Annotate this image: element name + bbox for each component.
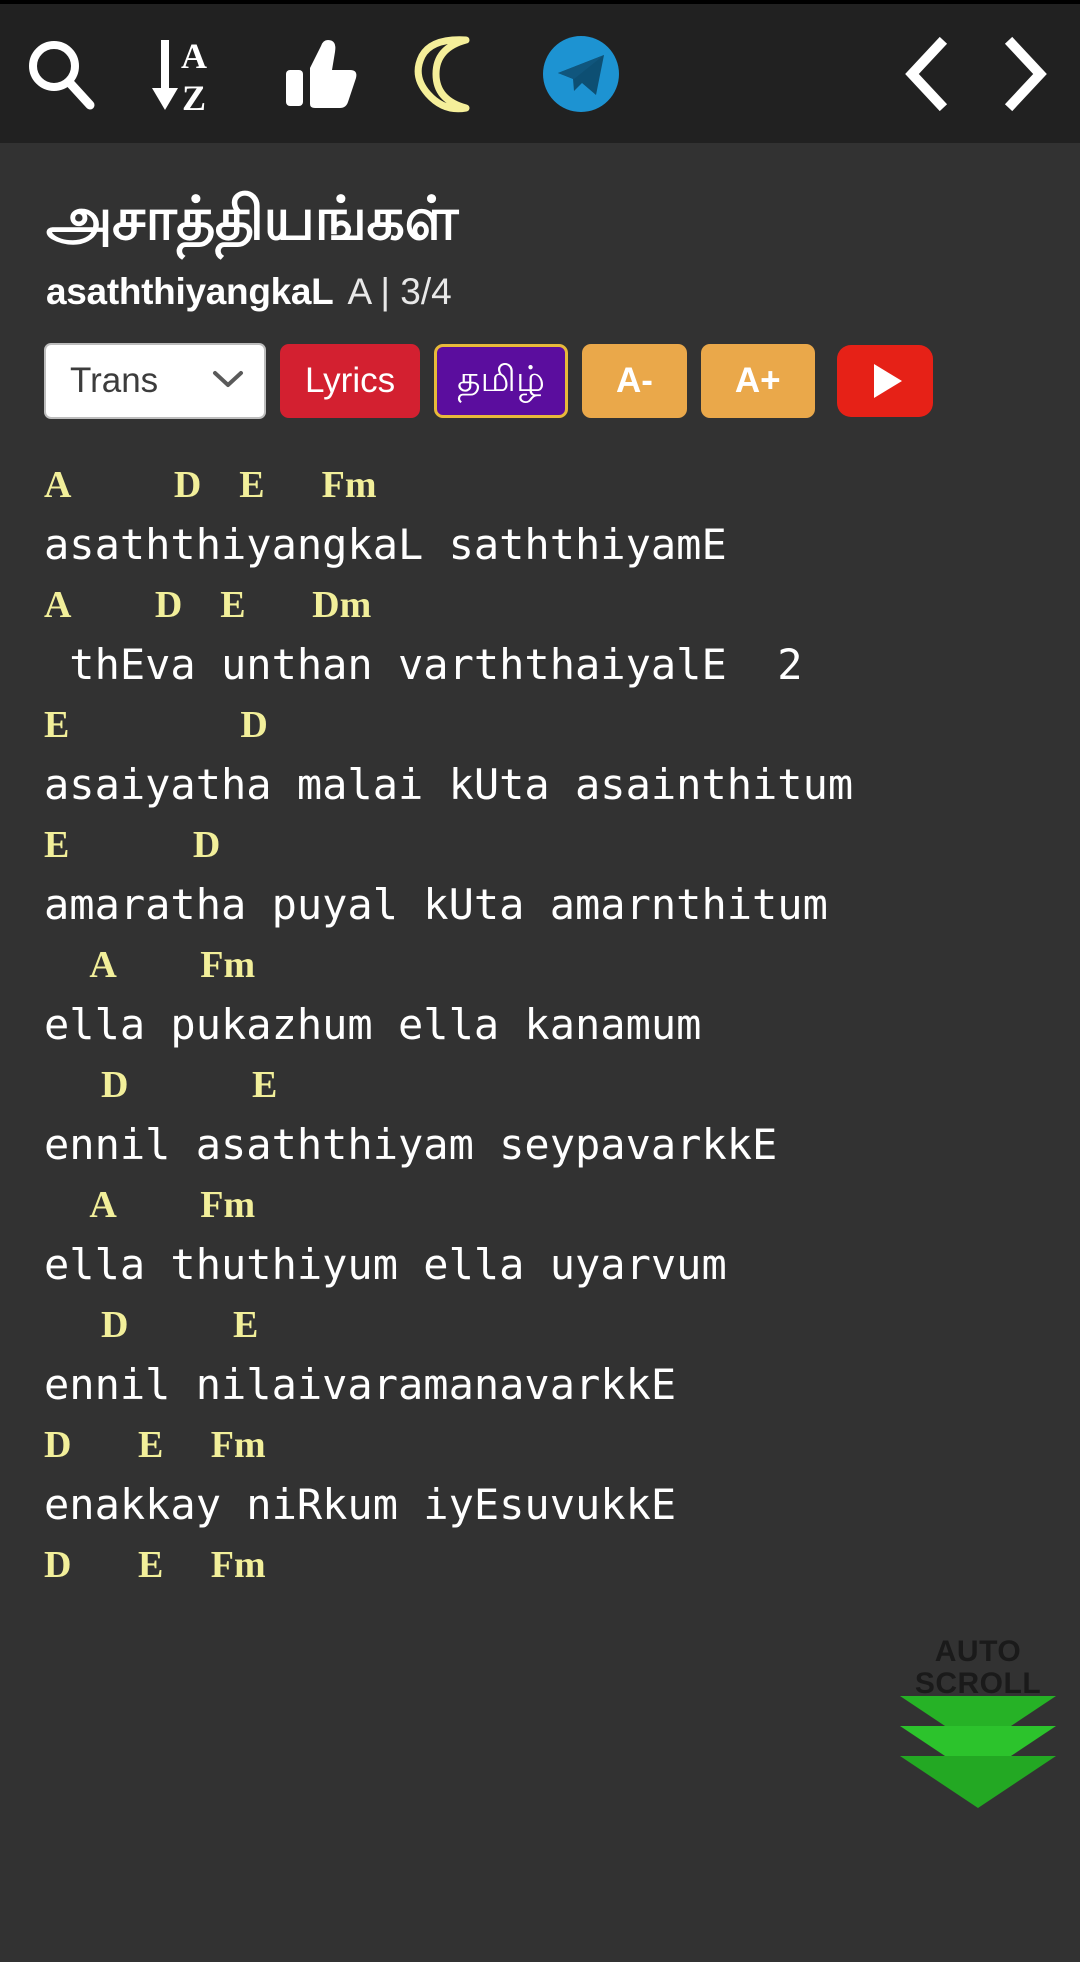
chord-line: A D E Fm: [44, 464, 377, 506]
lyric-line: enakkay niRkum iyEsuvukkE: [44, 1480, 677, 1529]
font-increase-label: A+: [734, 361, 781, 400]
lyric-line: amaratha puyal kUta amarnthitum: [44, 880, 828, 929]
song-key-time: A | 3/4: [347, 271, 452, 312]
lyrics-button-label: Lyrics: [305, 361, 396, 400]
toolbar-icon-group: A Z: [0, 32, 622, 116]
chord-line: A D E Dm: [44, 584, 372, 626]
auto-scroll-chevrons: [900, 1696, 1056, 1808]
svg-text:Z: Z: [182, 78, 206, 116]
chord-sheet: A D E Fm asaththiyangkaL saththiyamE A D E…: [0, 459, 1080, 1591]
tamil-button-label: தமிழ்: [457, 357, 545, 399]
chord-line: E D: [44, 824, 221, 866]
song-subtitle: asaththiyangkaL A | 3/4: [46, 271, 1080, 313]
chord-line: D E: [44, 1064, 278, 1106]
auto-scroll-button[interactable]: AUTO SCROLL: [900, 1635, 1056, 1808]
chord-line: E D: [44, 704, 268, 746]
font-decrease-label: A-: [615, 361, 653, 400]
lyric-line: ennil asaththiyam seypavarkkE: [44, 1120, 778, 1169]
thumbs-up-icon[interactable]: [280, 34, 360, 114]
font-decrease-button[interactable]: A-: [581, 344, 687, 418]
chevron-right-icon[interactable]: [998, 36, 1052, 112]
transpose-select-label: Trans: [70, 361, 159, 400]
lyric-line: asaththiyangkaL saththiyamE: [44, 520, 727, 569]
font-increase-button[interactable]: A+: [700, 344, 815, 418]
chevron-down-green-icon-3: [900, 1756, 1056, 1808]
youtube-play-button[interactable]: [836, 345, 933, 417]
telegram-icon[interactable]: [540, 33, 622, 115]
tamil-language-button[interactable]: தமிழ்: [434, 344, 568, 418]
page-title: அசாத்தியங்கள்: [46, 185, 459, 252]
search-icon[interactable]: [22, 35, 100, 113]
lyric-line: ella pukazhum ella kanamum: [44, 1000, 702, 1049]
lyric-line: thEva unthan varththaiyalE 2: [44, 640, 803, 689]
song-transliteration: asaththiyangkaL: [46, 271, 334, 312]
sort-alpha-icon[interactable]: A Z: [148, 32, 232, 116]
transpose-select[interactable]: Trans: [44, 343, 266, 419]
chord-line: D E Fm: [44, 1544, 266, 1586]
moon-icon[interactable]: [408, 32, 492, 116]
top-toolbar: A Z: [0, 0, 1080, 143]
lyric-line: ennil nilaivaramanavarkkE: [44, 1360, 677, 1409]
lyric-line: asaiyatha malai kUta asainthitum: [44, 760, 854, 809]
auto-scroll-label-line1: AUTO: [934, 1635, 1022, 1668]
control-button-row: Trans Lyrics தமிழ் A- A+: [0, 343, 1080, 419]
chord-line: A Fm: [44, 944, 256, 986]
svg-text:A: A: [181, 36, 207, 76]
chord-line: D E: [44, 1304, 259, 1346]
lyric-line: ella thuthiyum ella uyarvum: [44, 1240, 727, 1289]
toolbar-nav-group: [900, 4, 1052, 143]
play-triangle-icon: [873, 364, 902, 398]
lyrics-button[interactable]: Lyrics: [280, 344, 421, 418]
song-header: அசாத்தியங்கள் asaththiyangkaL A | 3/4: [0, 143, 1080, 313]
chord-line: D E Fm: [44, 1424, 266, 1466]
chevron-left-icon[interactable]: [900, 36, 954, 112]
chevron-down-icon: [210, 368, 246, 395]
chord-line: A Fm: [44, 1184, 256, 1226]
